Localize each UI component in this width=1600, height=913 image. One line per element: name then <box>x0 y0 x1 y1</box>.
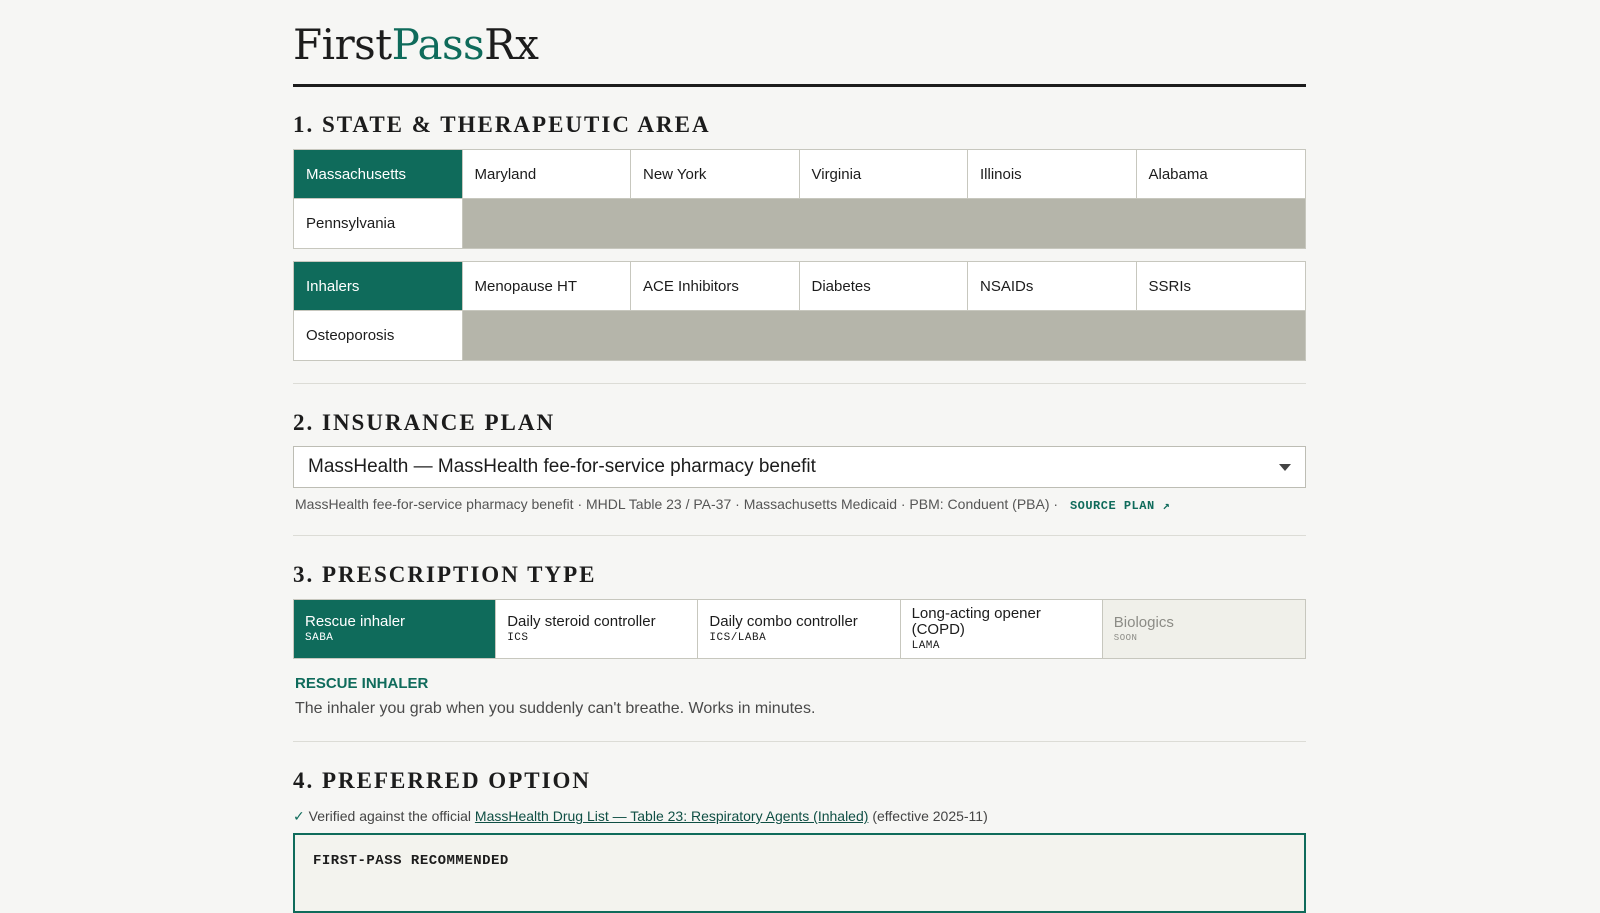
area-option-ace-inhibitors[interactable]: ACE Inhibitors <box>631 262 800 311</box>
state-option-virginia[interactable]: Virginia <box>799 150 968 199</box>
rx-type-biologics: Biologics SOON <box>1102 600 1305 658</box>
insurance-plan-select[interactable]: MassHealth — MassHealth fee-for-service … <box>293 446 1306 488</box>
state-option-alabama[interactable]: Alabama <box>1136 150 1305 199</box>
rx-type-name: Long-acting opener (COPD) <box>911 605 1041 638</box>
insurance-plan-value: MassHealth — MassHealth fee-for-service … <box>308 456 816 477</box>
plan-meta: MassHealth fee-for-service pharmacy bene… <box>293 496 1306 513</box>
section-1-title: 1. State & Therapeutic Area <box>293 112 711 137</box>
area-option-osteoporosis[interactable]: Osteoporosis <box>294 311 463 360</box>
section-3-title: 3. Prescription Type <box>293 562 597 587</box>
state-option-maryland[interactable]: Maryland <box>462 150 631 199</box>
section-2-title: 2. Insurance Plan <box>293 410 556 435</box>
rx-type-code: SOON <box>1113 633 1138 643</box>
rx-type-code: ICS <box>507 632 529 644</box>
area-option-diabetes[interactable]: Diabetes <box>799 262 968 311</box>
state-selector: Massachusetts Maryland New York Virginia Ill… <box>293 149 1306 249</box>
rx-type-daily-steroid-controller[interactable]: Daily steroid controller ICS <box>496 600 699 658</box>
state-option-pennsylvania[interactable]: Pennsylvania <box>294 199 463 248</box>
rx-type-name: Rescue inhaler <box>305 613 406 630</box>
recommendation-label: FIRST-PASS RECOMMENDED <box>313 853 509 869</box>
rx-type-code: SABA <box>305 632 334 644</box>
chevron-down-icon <box>1279 463 1291 471</box>
checkmark-icon: ✓ <box>293 808 305 824</box>
source-plan-link[interactable]: SOURCE PLAN ↗ <box>1070 499 1170 513</box>
area-option-ssris[interactable]: SSRIs <box>1136 262 1305 311</box>
rx-type-name: Biologics <box>1113 614 1174 631</box>
rx-type-name: Daily combo controller <box>709 613 858 630</box>
rx-type-code: LAMA <box>911 640 940 652</box>
verified-prefix: Verified against the official <box>308 808 472 824</box>
area-option-menopause-ht[interactable]: Menopause HT <box>462 262 631 311</box>
rx-type-daily-combo-controller[interactable]: Daily combo controller ICS/LABA <box>698 600 901 658</box>
app-logo[interactable]: FirstPassRx <box>293 0 1306 84</box>
therapeutic-area-selector: Inhalers Menopause HT ACE Inhibitors Diabet… <box>293 261 1306 361</box>
prescription-detail-text: The inhaler you grab when you suddenly c… <box>295 700 816 717</box>
main-page: FirstPassRx 1. State & Therapeutic Area … <box>293 0 1306 913</box>
logo-part-first: First <box>293 20 392 69</box>
state-option-illinois[interactable]: Illinois <box>968 150 1137 199</box>
prescription-type-selector: Rescue inhaler SABA Daily steroid controll… <box>293 599 1306 659</box>
rx-type-code: ICS/LABA <box>709 632 767 644</box>
rx-type-long-acting-opener-copd[interactable]: Long-acting opener (COPD) LAMA <box>900 600 1103 658</box>
rx-type-rescue-inhaler[interactable]: Rescue inhaler SABA <box>294 600 497 658</box>
verified-suffix: (effective 2025-11) <box>872 808 988 824</box>
plan-meta-text: MassHealth fee-for-service pharmacy bene… <box>295 496 1059 512</box>
state-option-massachusetts[interactable]: Massachusetts <box>294 150 463 199</box>
recommendation-card: FIRST-PASS RECOMMENDED <box>293 833 1306 913</box>
rx-type-name: Daily steroid controller <box>507 613 656 630</box>
area-option-inhalers[interactable]: Inhalers <box>294 262 463 311</box>
state-option-new-york[interactable]: New York <box>631 150 800 199</box>
area-option-nsaids[interactable]: NSAIDs <box>968 262 1137 311</box>
logo-part-rx: Rx <box>484 20 539 69</box>
drug-list-link[interactable]: MassHealth Drug List — Table 23: Respira… <box>475 808 869 824</box>
prescription-detail-heading: Rescue inhaler <box>295 675 429 692</box>
section-4-title: 4. Preferred Option <box>293 768 592 793</box>
logo-part-pass: Pass <box>391 20 485 69</box>
verification-note: ✓ Verified against the official MassHeal… <box>293 808 1306 825</box>
